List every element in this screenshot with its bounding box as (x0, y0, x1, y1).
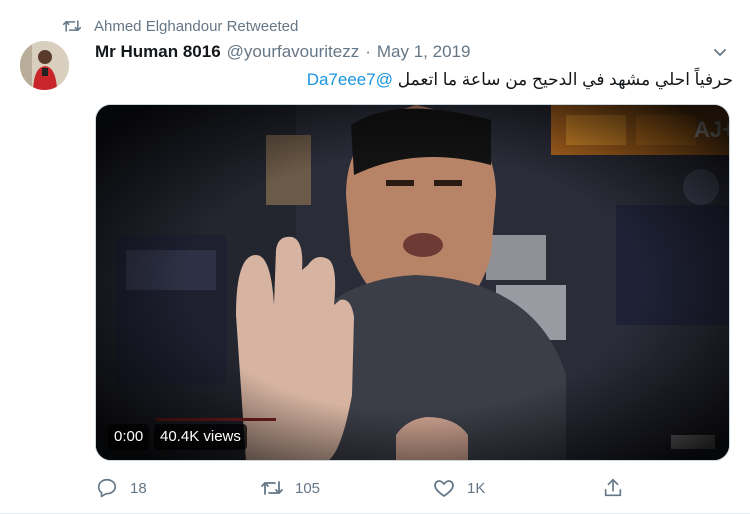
chevron-down-icon[interactable] (710, 42, 730, 62)
retweet-context-text[interactable]: Ahmed Elghandour Retweeted (94, 18, 298, 35)
like-count: 1K (467, 479, 486, 497)
video-frame: AJ+ (96, 105, 729, 460)
heart-icon (432, 476, 456, 500)
reply-count: 18 (130, 479, 147, 497)
like-button[interactable]: 1K (432, 474, 485, 502)
header-separator: · (365, 42, 371, 61)
tweet-text: حرفياً احلي مشهد في الدحيح من ساعة ما ات… (95, 66, 733, 94)
reply-icon (95, 476, 119, 500)
retweet-count: 105 (295, 479, 321, 497)
retweet-icon (62, 16, 82, 36)
retweet-icon (260, 476, 284, 500)
retweet-context: Ahmed Elghandour Retweeted (62, 16, 298, 36)
avatar[interactable] (20, 41, 69, 90)
author-name[interactable]: Mr Human 8016 (95, 42, 221, 62)
video-time-badge: 0:00 (108, 424, 150, 450)
share-icon (601, 476, 625, 500)
tweet-header: Mr Human 8016 @yourfavouritezz · May 1, … (95, 40, 470, 64)
share-button[interactable] (601, 474, 625, 502)
tweet-actions: 18 105 1K (95, 474, 695, 502)
author-handle[interactable]: @yourfavouritezz (227, 42, 360, 62)
video-player[interactable]: AJ+ 0:00 40.4K views (95, 104, 730, 461)
reply-button[interactable]: 18 (95, 474, 147, 502)
video-views-badge: 40.4K views (154, 424, 247, 450)
retweet-button[interactable]: 105 (260, 474, 320, 502)
tweet-mention[interactable]: @Da7eee7 (307, 70, 393, 89)
tweet-date[interactable]: May 1, 2019 (377, 42, 471, 62)
tweet-body: حرفياً احلي مشهد في الدحيح من ساعة ما ات… (397, 70, 733, 89)
tweet-card[interactable]: Ahmed Elghandour Retweeted Mr Human 8016… (0, 0, 750, 514)
